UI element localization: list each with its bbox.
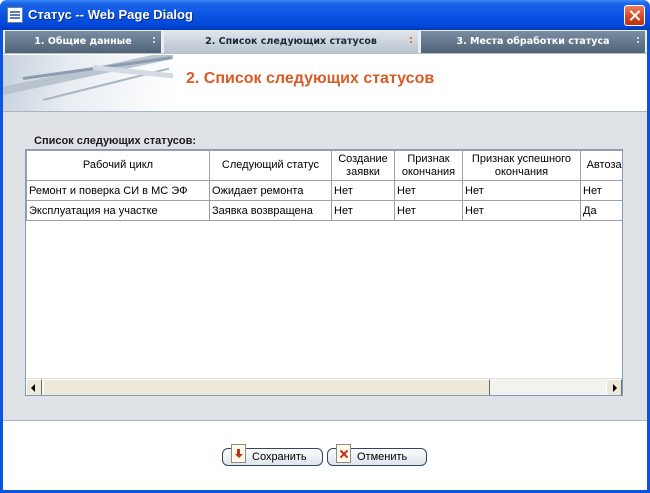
cell-work-cycle: Эксплуатация на участке xyxy=(26,200,210,221)
close-icon[interactable] xyxy=(624,5,645,26)
save-button-label: Сохранить xyxy=(252,451,307,463)
header-banner-image xyxy=(3,55,173,111)
title-bar[interactable]: Статус -- Web Page Dialog xyxy=(0,0,650,30)
cell-next-status: Ожидает ремонта xyxy=(209,180,332,201)
content-area: Список следующих статусов: Рабочий цикл … xyxy=(3,111,647,420)
statuses-table: Рабочий цикл Следующий статус Создание з… xyxy=(26,150,622,221)
column-header-end-flag[interactable]: Признак окончания xyxy=(394,150,463,181)
cancel-document-icon xyxy=(336,444,351,463)
statuses-grid[interactable]: Рабочий цикл Следующий статус Создание з… xyxy=(25,149,623,396)
cell-success-end-flag: Нет xyxy=(462,180,581,201)
column-header-success-end-flag[interactable]: Признак успешного окончания xyxy=(462,150,581,181)
scrollbar-thumb[interactable] xyxy=(43,379,490,395)
scroll-right-icon[interactable] xyxy=(606,379,622,395)
cell-next-status: Заявка возвращена xyxy=(209,200,332,221)
table-row[interactable]: Эксплуатация на участке Заявка возвращен… xyxy=(26,200,622,221)
wizard-tabs: 1. Общие данные 2. Список следующих стат… xyxy=(3,30,647,54)
grip-icon xyxy=(637,37,639,39)
column-header-work-cycle[interactable]: Рабочий цикл xyxy=(26,150,210,181)
tab-label: 3. Места обработки статуса xyxy=(456,36,610,47)
dialog-client: 1. Общие данные 2. Список следующих стат… xyxy=(3,30,647,490)
cell-create-request: Нет xyxy=(331,180,395,201)
tab-status-locations[interactable]: 3. Места обработки статуса xyxy=(421,31,645,53)
scroll-left-icon[interactable] xyxy=(26,379,42,395)
grip-icon xyxy=(153,37,155,39)
page-title: 2. Список следующих статусов xyxy=(186,70,435,87)
cell-end-flag: Нет xyxy=(394,180,463,201)
column-header-autofill[interactable]: Автозаполнение xyxy=(580,150,622,181)
cell-work-cycle: Ремонт и поверка СИ в МС ЭФ xyxy=(26,180,210,201)
cell-end-flag: Нет xyxy=(394,200,463,221)
dialog-window: Статус -- Web Page Dialog 1. Общие данны… xyxy=(0,0,650,493)
save-document-icon xyxy=(231,444,246,463)
page-icon xyxy=(7,7,23,23)
table-header-row: Рабочий цикл Следующий статус Создание з… xyxy=(26,150,622,181)
dialog-footer: Сохранить Отменить xyxy=(3,420,647,490)
column-header-create-request[interactable]: Создание заявки xyxy=(331,150,395,181)
tab-label: 1. Общие данные xyxy=(34,36,132,47)
cell-success-end-flag: Нет xyxy=(462,200,581,221)
column-header-next-status[interactable]: Следующий статус xyxy=(209,150,332,181)
cancel-button-label: Отменить xyxy=(357,451,408,463)
window-title: Статус -- Web Page Dialog xyxy=(28,7,193,22)
tab-next-statuses[interactable]: 2. Список следующих статусов xyxy=(164,31,418,53)
horizontal-scrollbar[interactable] xyxy=(26,378,622,395)
tab-general-data[interactable]: 1. Общие данные xyxy=(5,31,161,53)
cancel-button[interactable]: Отменить xyxy=(327,444,427,466)
page-header: 2. Список следующих статусов xyxy=(3,55,647,111)
save-button[interactable]: Сохранить xyxy=(222,444,323,466)
section-label: Список следующих статусов: xyxy=(34,135,197,147)
grip-icon xyxy=(410,37,412,39)
table-row[interactable]: Ремонт и поверка СИ в МС ЭФ Ожидает ремо… xyxy=(26,180,622,201)
cell-autofill: Нет xyxy=(580,180,622,201)
tab-label: 2. Список следующих статусов xyxy=(205,36,377,47)
cell-autofill: Да xyxy=(580,200,622,221)
cell-create-request: Нет xyxy=(331,200,395,221)
